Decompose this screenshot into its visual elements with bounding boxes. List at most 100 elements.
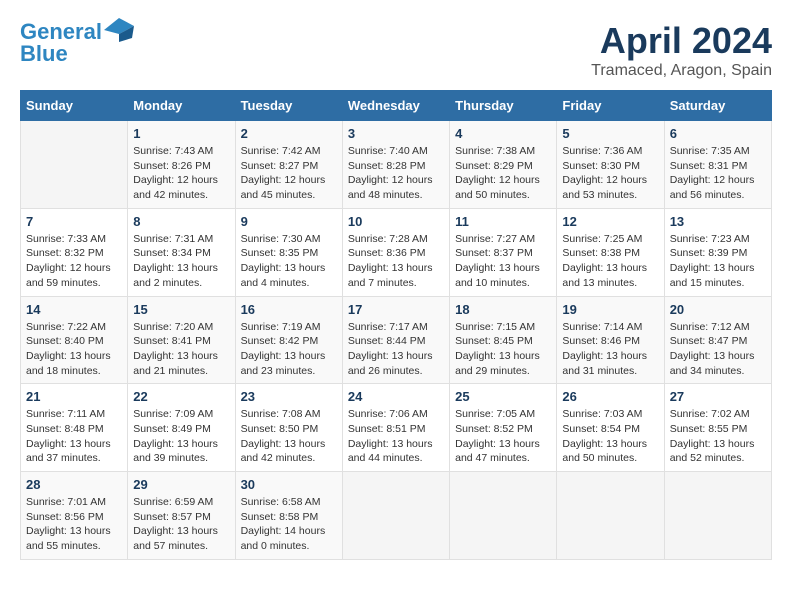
day-number: 3 bbox=[348, 126, 444, 141]
calendar-cell: 27Sunrise: 7:02 AMSunset: 8:55 PMDayligh… bbox=[664, 384, 771, 472]
calendar-cell: 12 Sunrise: 7:25 AMSunset: 8:38 PMDayligh… bbox=[557, 208, 664, 296]
day-info: Sunrise: 7:08 AMSunset: 8:50 PMDaylight:… bbox=[241, 407, 337, 466]
day-number: 2 bbox=[241, 126, 337, 141]
day-number: 16 bbox=[241, 302, 337, 317]
day-info: Sunrise: 7:42 AMSunset: 8:27 PMDaylight:… bbox=[241, 144, 337, 203]
day-number: 10 bbox=[348, 214, 444, 229]
calendar-cell: 22 Sunrise: 7:09 AMSunset: 8:49 PMDayligh… bbox=[128, 384, 235, 472]
calendar-cell bbox=[664, 472, 771, 560]
calendar-cell: 29 Sunrise: 6:59 AMSunset: 8:57 PMDayligh… bbox=[128, 472, 235, 560]
day-info: Sunrise: 7:25 AMSunset: 8:38 PMDaylight:… bbox=[562, 232, 658, 291]
day-info: Sunrise: 7:01 AMSunset: 8:56 PMDaylight:… bbox=[26, 495, 122, 554]
day-info: Sunrise: 7:33 AMSunset: 8:32 PMDaylight:… bbox=[26, 232, 122, 291]
calendar-cell: 18 Sunrise: 7:15 AMSunset: 8:45 PMDayligh… bbox=[450, 296, 557, 384]
weekday-header-sunday: Sunday bbox=[21, 91, 128, 121]
week-row-3: 14Sunrise: 7:22 AMSunset: 8:40 PMDayligh… bbox=[21, 296, 772, 384]
calendar-cell bbox=[21, 121, 128, 209]
day-number: 25 bbox=[455, 389, 551, 404]
day-info: Sunrise: 6:58 AMSunset: 8:58 PMDaylight:… bbox=[241, 495, 337, 554]
location-subtitle: Tramaced, Aragon, Spain bbox=[591, 62, 772, 80]
calendar-cell: 28 Sunrise: 7:01 AMSunset: 8:56 PMDayligh… bbox=[21, 472, 128, 560]
calendar-cell: 23 Sunrise: 7:08 AMSunset: 8:50 PMDayligh… bbox=[235, 384, 342, 472]
calendar-table: SundayMondayTuesdayWednesdayThursdayFrid… bbox=[20, 90, 772, 560]
calendar-cell: 26 Sunrise: 7:03 AMSunset: 8:54 PMDayligh… bbox=[557, 384, 664, 472]
day-number: 7 bbox=[26, 214, 122, 229]
day-number: 1 bbox=[133, 126, 229, 141]
day-number: 6 bbox=[670, 126, 766, 141]
day-info: Sunrise: 7:40 AMSunset: 8:28 PMDaylight:… bbox=[348, 144, 444, 203]
calendar-header: SundayMondayTuesdayWednesdayThursdayFrid… bbox=[21, 91, 772, 121]
week-row-4: 21 Sunrise: 7:11 AMSunset: 8:48 PMDayligh… bbox=[21, 384, 772, 472]
day-number: 11 bbox=[455, 214, 551, 229]
calendar-cell: 10Sunrise: 7:28 AMSunset: 8:36 PMDayligh… bbox=[342, 208, 449, 296]
calendar-cell: 4 Sunrise: 7:38 AMSunset: 8:29 PMDaylight… bbox=[450, 121, 557, 209]
week-row-5: 28 Sunrise: 7:01 AMSunset: 8:56 PMDayligh… bbox=[21, 472, 772, 560]
calendar-cell bbox=[342, 472, 449, 560]
calendar-cell: 5 Sunrise: 7:36 AMSunset: 8:30 PMDaylight… bbox=[557, 121, 664, 209]
day-info: Sunrise: 7:02 AMSunset: 8:55 PMDaylight:… bbox=[670, 407, 766, 466]
calendar-cell: 11 Sunrise: 7:27 AMSunset: 8:37 PMDayligh… bbox=[450, 208, 557, 296]
day-number: 13 bbox=[670, 214, 766, 229]
day-info: Sunrise: 7:43 AMSunset: 8:26 PMDaylight:… bbox=[133, 144, 229, 203]
day-info: Sunrise: 7:05 AMSunset: 8:52 PMDaylight:… bbox=[455, 407, 551, 466]
day-number: 21 bbox=[26, 389, 122, 404]
day-number: 17 bbox=[348, 302, 444, 317]
day-info: Sunrise: 7:31 AMSunset: 8:34 PMDaylight:… bbox=[133, 232, 229, 291]
day-number: 22 bbox=[133, 389, 229, 404]
day-info: Sunrise: 7:35 AMSunset: 8:31 PMDaylight:… bbox=[670, 144, 766, 203]
calendar-cell: 15Sunrise: 7:20 AMSunset: 8:41 PMDayligh… bbox=[128, 296, 235, 384]
day-info: Sunrise: 7:11 AMSunset: 8:48 PMDaylight:… bbox=[26, 407, 122, 466]
calendar-cell: 30Sunrise: 6:58 AMSunset: 8:58 PMDayligh… bbox=[235, 472, 342, 560]
day-info: Sunrise: 7:22 AMSunset: 8:40 PMDaylight:… bbox=[26, 320, 122, 379]
day-number: 28 bbox=[26, 477, 122, 492]
weekday-header-wednesday: Wednesday bbox=[342, 91, 449, 121]
weekday-header-monday: Monday bbox=[128, 91, 235, 121]
day-info: Sunrise: 7:17 AMSunset: 8:44 PMDaylight:… bbox=[348, 320, 444, 379]
day-info: Sunrise: 6:59 AMSunset: 8:57 PMDaylight:… bbox=[133, 495, 229, 554]
header: General Blue April 2024 Tramaced, Aragon… bbox=[20, 20, 772, 80]
day-number: 29 bbox=[133, 477, 229, 492]
calendar-cell: 24Sunrise: 7:06 AMSunset: 8:51 PMDayligh… bbox=[342, 384, 449, 472]
title-area: April 2024 Tramaced, Aragon, Spain bbox=[591, 20, 772, 80]
calendar-cell: 17 Sunrise: 7:17 AMSunset: 8:44 PMDayligh… bbox=[342, 296, 449, 384]
day-number: 20 bbox=[670, 302, 766, 317]
day-info: Sunrise: 7:09 AMSunset: 8:49 PMDaylight:… bbox=[133, 407, 229, 466]
weekday-header-friday: Friday bbox=[557, 91, 664, 121]
weekday-header-saturday: Saturday bbox=[664, 91, 771, 121]
calendar-cell bbox=[557, 472, 664, 560]
day-number: 18 bbox=[455, 302, 551, 317]
day-info: Sunrise: 7:30 AMSunset: 8:35 PMDaylight:… bbox=[241, 232, 337, 291]
day-number: 23 bbox=[241, 389, 337, 404]
calendar-cell: 3 Sunrise: 7:40 AMSunset: 8:28 PMDaylight… bbox=[342, 121, 449, 209]
week-row-2: 7 Sunrise: 7:33 AMSunset: 8:32 PMDaylight… bbox=[21, 208, 772, 296]
day-number: 8 bbox=[133, 214, 229, 229]
calendar-cell bbox=[450, 472, 557, 560]
day-info: Sunrise: 7:03 AMSunset: 8:54 PMDaylight:… bbox=[562, 407, 658, 466]
day-number: 4 bbox=[455, 126, 551, 141]
week-row-1: 1 Sunrise: 7:43 AMSunset: 8:26 PMDaylight… bbox=[21, 121, 772, 209]
day-info: Sunrise: 7:19 AMSunset: 8:42 PMDaylight:… bbox=[241, 320, 337, 379]
day-info: Sunrise: 7:36 AMSunset: 8:30 PMDaylight:… bbox=[562, 144, 658, 203]
logo-blue-text: Blue bbox=[20, 42, 134, 66]
day-number: 12 bbox=[562, 214, 658, 229]
calendar-cell: 7 Sunrise: 7:33 AMSunset: 8:32 PMDaylight… bbox=[21, 208, 128, 296]
day-info: Sunrise: 7:27 AMSunset: 8:37 PMDaylight:… bbox=[455, 232, 551, 291]
calendar-cell: 9Sunrise: 7:30 AMSunset: 8:35 PMDaylight… bbox=[235, 208, 342, 296]
calendar-cell: 16 Sunrise: 7:19 AMSunset: 8:42 PMDayligh… bbox=[235, 296, 342, 384]
day-info: Sunrise: 7:14 AMSunset: 8:46 PMDaylight:… bbox=[562, 320, 658, 379]
calendar-cell: 14Sunrise: 7:22 AMSunset: 8:40 PMDayligh… bbox=[21, 296, 128, 384]
day-info: Sunrise: 7:15 AMSunset: 8:45 PMDaylight:… bbox=[455, 320, 551, 379]
calendar-cell: 2 Sunrise: 7:42 AMSunset: 8:27 PMDaylight… bbox=[235, 121, 342, 209]
day-number: 26 bbox=[562, 389, 658, 404]
day-number: 24 bbox=[348, 389, 444, 404]
calendar-cell: 20Sunrise: 7:12 AMSunset: 8:47 PMDayligh… bbox=[664, 296, 771, 384]
day-info: Sunrise: 7:23 AMSunset: 8:39 PMDaylight:… bbox=[670, 232, 766, 291]
weekday-header-row: SundayMondayTuesdayWednesdayThursdayFrid… bbox=[21, 91, 772, 121]
day-number: 5 bbox=[562, 126, 658, 141]
day-info: Sunrise: 7:38 AMSunset: 8:29 PMDaylight:… bbox=[455, 144, 551, 203]
calendar-cell: 6 Sunrise: 7:35 AMSunset: 8:31 PMDaylight… bbox=[664, 121, 771, 209]
calendar-cell: 1 Sunrise: 7:43 AMSunset: 8:26 PMDaylight… bbox=[128, 121, 235, 209]
calendar-cell: 8 Sunrise: 7:31 AMSunset: 8:34 PMDaylight… bbox=[128, 208, 235, 296]
weekday-header-thursday: Thursday bbox=[450, 91, 557, 121]
calendar-cell: 19Sunrise: 7:14 AMSunset: 8:46 PMDayligh… bbox=[557, 296, 664, 384]
